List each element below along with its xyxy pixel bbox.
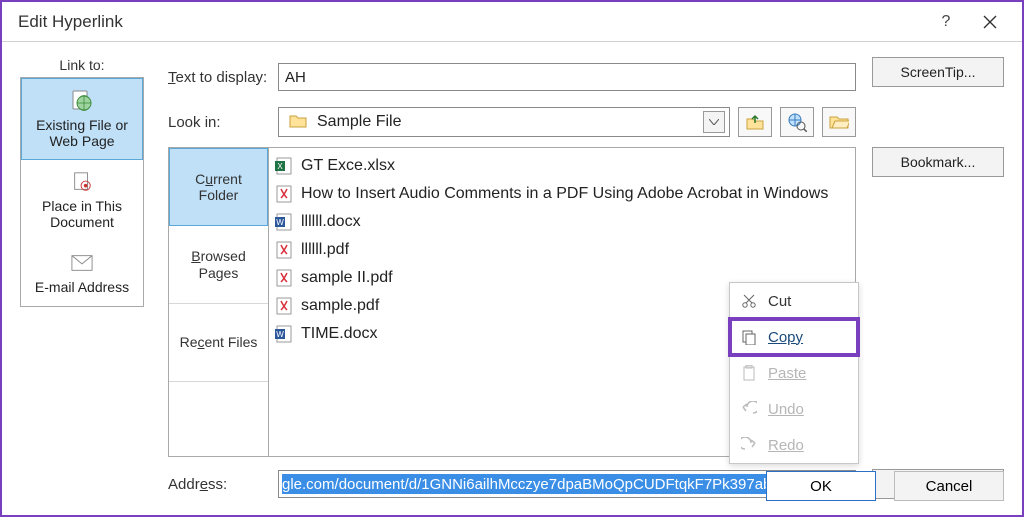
word-icon: W: [275, 325, 293, 343]
undo-icon: [740, 400, 758, 418]
window-title: Edit Hyperlink: [12, 12, 924, 32]
cancel-button[interactable]: Cancel: [894, 471, 1004, 501]
ctx-undo: Undo: [730, 391, 858, 427]
ok-button[interactable]: OK: [766, 471, 876, 501]
ctx-copy[interactable]: Copy: [730, 319, 858, 355]
linkto-existing-file[interactable]: Existing File or Web Page: [21, 78, 143, 160]
titlebar: Edit Hyperlink ?: [2, 2, 1022, 42]
text-to-display-label: Text to display:: [168, 69, 278, 86]
list-item[interactable]: Wllllll.docx: [275, 208, 849, 236]
pdf-icon: [275, 185, 293, 203]
linkto-place-in-doc[interactable]: Place in This Document: [21, 160, 143, 241]
svg-text:W: W: [276, 218, 284, 227]
ctx-paste: Paste: [730, 355, 858, 391]
linkto-item-label: Existing File or Web Page: [28, 117, 136, 149]
word-icon: W: [275, 213, 293, 231]
edit-hyperlink-dialog: Edit Hyperlink ? Link to: Existing File …: [0, 0, 1024, 517]
linkto-item-label: Place in This Document: [27, 198, 137, 230]
text-to-display-input[interactable]: [278, 63, 856, 91]
browse-tabs: CurrentFolder BrowsedPages Recent Files: [168, 147, 268, 457]
link-to-label: Link to:: [20, 57, 144, 73]
browse-web-button[interactable]: [780, 107, 814, 137]
redo-icon: [740, 436, 758, 454]
svg-text:X: X: [277, 162, 283, 171]
folder-icon: [289, 113, 307, 131]
document-target-icon: [70, 170, 94, 194]
pdf-icon: [275, 297, 293, 315]
list-item[interactable]: How to Insert Audio Comments in a PDF Us…: [275, 180, 849, 208]
svg-text:W: W: [276, 330, 284, 339]
chevron-down-icon[interactable]: [703, 111, 725, 133]
pdf-icon: [275, 241, 293, 259]
ctx-cut[interactable]: Cut: [730, 283, 858, 319]
close-button[interactable]: [968, 7, 1012, 37]
list-item[interactable]: XGT Exce.xlsx: [275, 152, 849, 180]
up-one-level-button[interactable]: [738, 107, 772, 137]
globe-page-icon: [70, 89, 94, 113]
excel-icon: X: [275, 157, 293, 175]
tab-browsed-pages[interactable]: BrowsedPages: [169, 226, 268, 304]
paste-icon: [740, 364, 758, 382]
browse-file-button[interactable]: [822, 107, 856, 137]
pdf-icon: [275, 269, 293, 287]
context-menu: Cut Copy Paste Undo Redo: [729, 282, 859, 464]
help-button[interactable]: ?: [924, 7, 968, 37]
bookmark-button[interactable]: Bookmark...: [872, 147, 1004, 177]
scissors-icon: [740, 292, 758, 310]
link-to-panel: Existing File or Web Page Place in This …: [20, 77, 144, 307]
ctx-redo: Redo: [730, 427, 858, 463]
linkto-email-address[interactable]: E-mail Address: [21, 241, 143, 306]
tab-current-folder[interactable]: CurrentFolder: [169, 148, 268, 226]
address-selected-text: gle.com/document/d/1GNNi6ailhMcczye7dpaB…: [282, 474, 832, 494]
screentip-button[interactable]: ScreenTip...: [872, 57, 1004, 87]
linkto-item-label: E-mail Address: [35, 279, 129, 295]
copy-icon: [740, 328, 758, 346]
look-in-value: Sample File: [317, 113, 703, 131]
envelope-icon: [70, 251, 94, 275]
address-label: Address:: [168, 476, 278, 493]
list-item[interactable]: llllll.pdf: [275, 236, 849, 264]
tab-recent-files[interactable]: Recent Files: [169, 304, 268, 382]
look-in-combo[interactable]: Sample File: [278, 107, 730, 137]
look-in-label: Look in:: [168, 114, 278, 131]
